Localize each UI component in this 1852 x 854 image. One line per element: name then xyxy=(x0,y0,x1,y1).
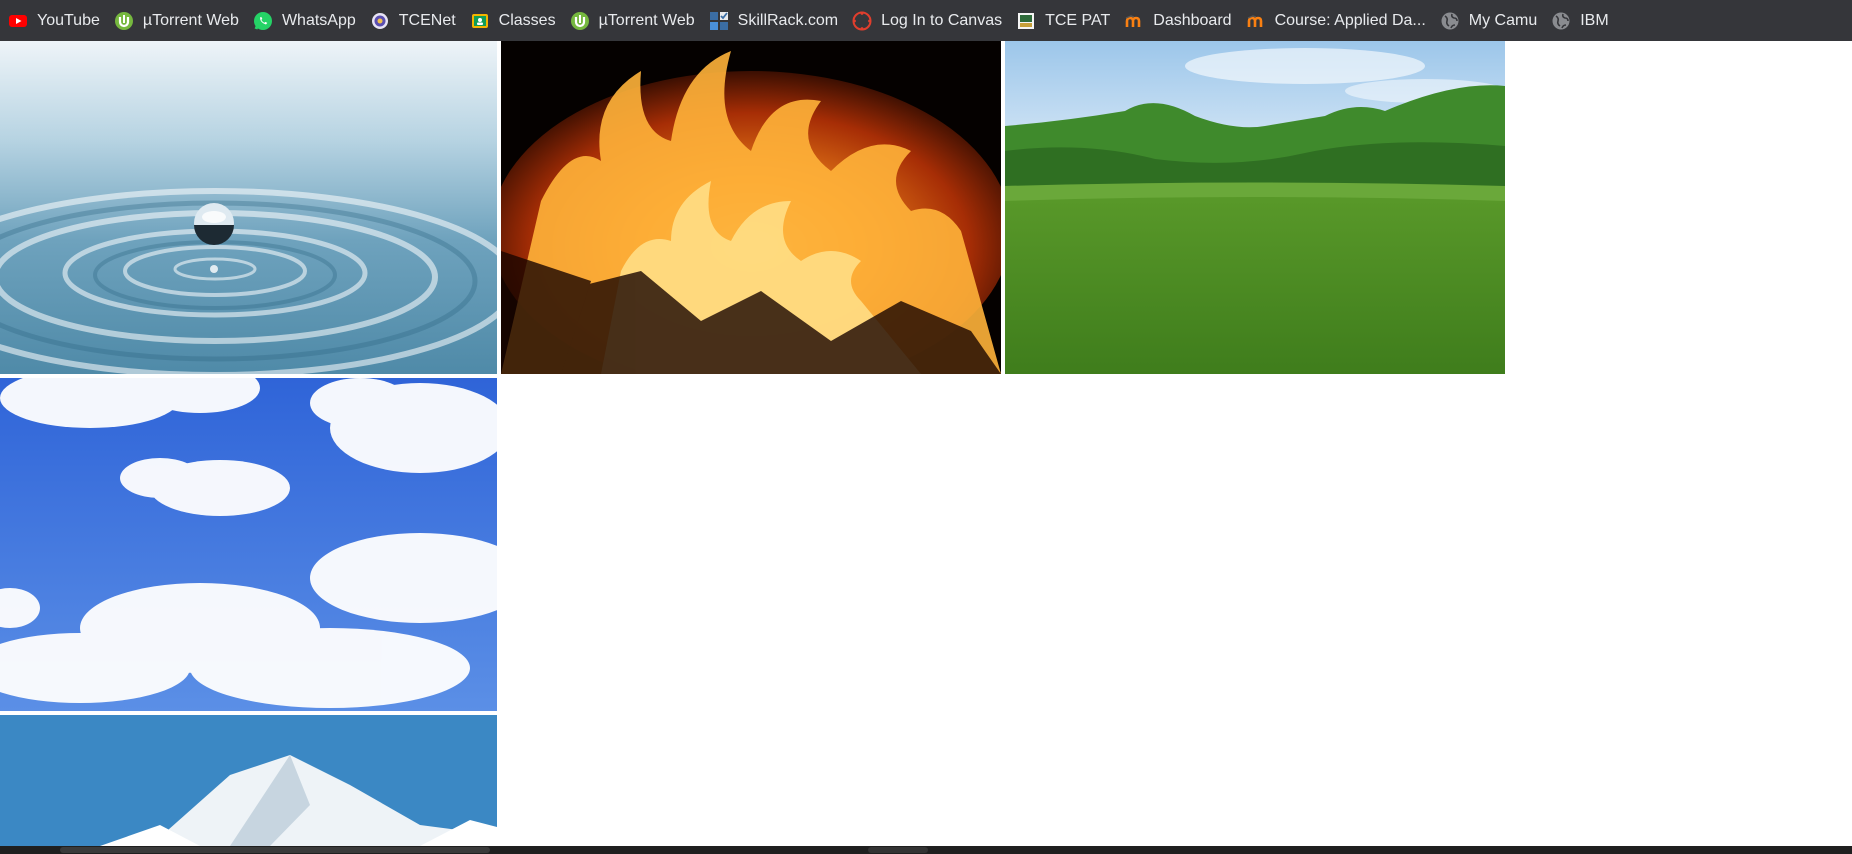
bookmark-utorrent-web[interactable]: µTorrent Web xyxy=(112,5,247,37)
snowy-mountain-image xyxy=(0,715,497,846)
bookmark-label: My Camu xyxy=(1468,11,1538,29)
bookmark-label: TCENet xyxy=(398,11,456,29)
bookmark-utorrent-web-2[interactable]: µTorrent Web xyxy=(568,5,703,37)
bookmark-tce-pat[interactable]: TCE PAT xyxy=(1014,5,1118,37)
globe-icon xyxy=(1552,12,1570,29)
bookmark-label: µTorrent Web xyxy=(598,11,695,29)
water-drop-image xyxy=(0,41,497,374)
bookmark-label: WhatsApp xyxy=(281,11,356,29)
bookmark-skillrack[interactable]: SkillRack.com xyxy=(707,5,846,37)
tcenet-icon xyxy=(371,12,388,29)
grass-field-image xyxy=(1005,41,1505,374)
bookmark-canvas[interactable]: Log In to Canvas xyxy=(850,5,1010,37)
utorrent-icon xyxy=(570,11,589,30)
utorrent-icon xyxy=(114,11,133,30)
tce-pat-icon xyxy=(1018,12,1035,29)
youtube-icon xyxy=(9,14,27,27)
bookmark-course-applied[interactable]: Course: Applied Da... xyxy=(1244,5,1434,37)
moodle-icon xyxy=(1247,14,1262,27)
bookmark-my-camu[interactable]: My Camu xyxy=(1438,5,1545,37)
sky-clouds-image xyxy=(0,378,497,711)
bookmark-label: Dashboard xyxy=(1153,11,1232,29)
moodle-icon xyxy=(1125,14,1141,27)
bookmark-youtube[interactable]: YouTube xyxy=(6,5,108,37)
bookmark-ibm[interactable]: IBM xyxy=(1549,5,1616,37)
bookmark-tcenet[interactable]: TCENet xyxy=(368,5,464,37)
whatsapp-icon xyxy=(253,11,272,30)
bookmarks-bar: YouTube µTorrent Web WhatsApp TCENet Cla… xyxy=(0,0,1852,41)
bookmark-label: µTorrent Web xyxy=(142,11,239,29)
bookmark-classes[interactable]: Classes xyxy=(468,5,564,37)
horizontal-scrollbar[interactable] xyxy=(0,846,1852,854)
bookmark-label: YouTube xyxy=(37,11,100,29)
canvas-icon xyxy=(852,11,872,30)
bookmark-label: Log In to Canvas xyxy=(881,11,1003,29)
globe-icon xyxy=(1441,12,1459,29)
scrollbar-thumb[interactable] xyxy=(60,847,490,853)
skillrack-icon xyxy=(709,11,728,30)
classes-icon xyxy=(471,13,488,28)
bookmark-dashboard[interactable]: Dashboard xyxy=(1122,5,1239,37)
bookmark-whatsapp[interactable]: WhatsApp xyxy=(251,5,364,37)
bookmark-label: SkillRack.com xyxy=(737,11,839,29)
bookmark-label: TCE PAT xyxy=(1045,11,1111,29)
bookmark-label: IBM xyxy=(1580,11,1609,29)
bookmark-label: Course: Applied Da... xyxy=(1274,11,1426,29)
scrollbar-track-marker xyxy=(868,847,928,853)
bookmark-label: Classes xyxy=(498,11,556,29)
fire-image xyxy=(501,41,1001,374)
